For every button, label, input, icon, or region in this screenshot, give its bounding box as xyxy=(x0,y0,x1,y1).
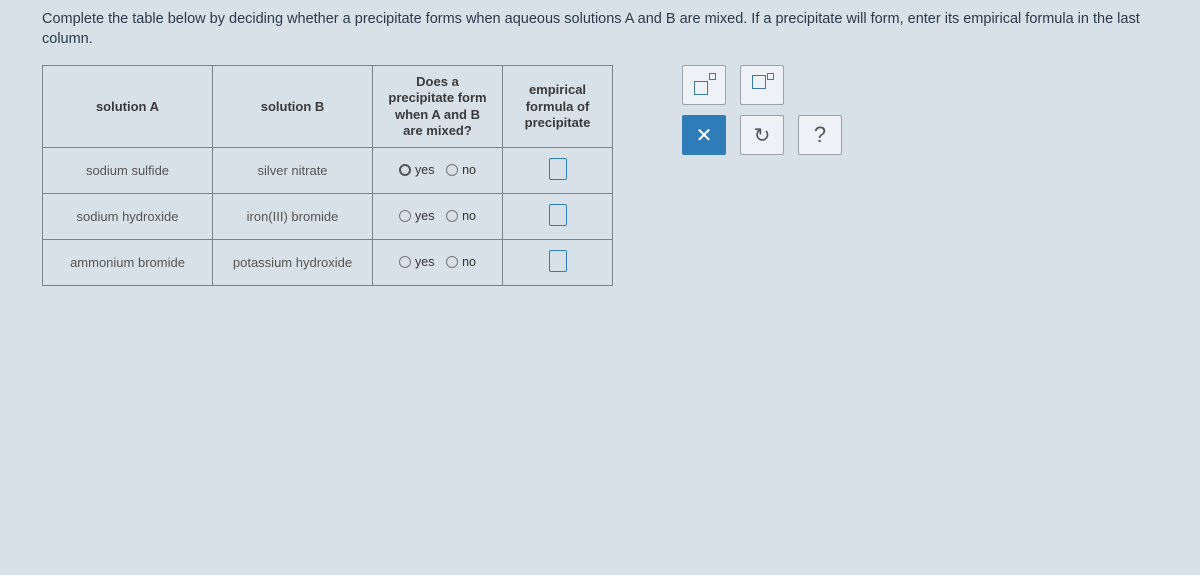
radio-yes-option[interactable]: yes xyxy=(399,209,434,223)
subscript-button[interactable] xyxy=(740,65,784,105)
header-solution-b: solution B xyxy=(213,66,373,148)
cell-solution-a: sodium hydroxide xyxy=(43,194,213,240)
radio-circle-icon xyxy=(446,210,458,222)
radio-circle-icon xyxy=(399,210,411,222)
clear-button[interactable]: ✕ xyxy=(682,115,726,155)
superscript-button[interactable] xyxy=(682,65,726,105)
header-precipitate: Does a precipitate form when A and B are… xyxy=(373,66,503,148)
radio-no-label: no xyxy=(462,209,476,223)
reset-icon: ↻ xyxy=(754,123,771,148)
help-button[interactable]: ? xyxy=(798,115,842,155)
cell-solution-a: sodium sulfide xyxy=(43,148,213,194)
radio-no-label: no xyxy=(462,163,476,177)
cell-solution-b: iron(III) bromide xyxy=(213,194,373,240)
work-area: solution A solution B Does a precipitate… xyxy=(42,65,1158,286)
radio-no-option[interactable]: no xyxy=(446,255,476,269)
radio-yes-label: yes xyxy=(415,255,434,269)
superscript-icon xyxy=(694,75,714,95)
formula-input[interactable] xyxy=(549,204,567,226)
toolbar: ✕ ↻ ? xyxy=(682,65,842,165)
header-solution-a: solution A xyxy=(43,66,213,148)
cell-solution-a: ammonium bromide xyxy=(43,240,213,286)
radio-yes-label: yes xyxy=(415,163,434,177)
subscript-icon xyxy=(752,75,772,95)
cell-formula xyxy=(503,194,613,240)
table-row: sodium sulfide silver nitrate yes no xyxy=(43,148,613,194)
header-formula: empirical formula of precipitate xyxy=(503,66,613,148)
radio-yes-option[interactable]: yes xyxy=(399,255,434,269)
radio-circle-icon xyxy=(446,256,458,268)
radio-no-label: no xyxy=(462,255,476,269)
help-icon: ? xyxy=(814,122,826,148)
cell-radio: yes no xyxy=(373,148,503,194)
close-icon: ✕ xyxy=(696,123,713,148)
radio-yes-option[interactable]: yes xyxy=(399,163,434,177)
cell-formula xyxy=(503,240,613,286)
formula-input[interactable] xyxy=(549,158,567,180)
table-row: ammonium bromide potassium hydroxide yes… xyxy=(43,240,613,286)
reset-button[interactable]: ↻ xyxy=(740,115,784,155)
radio-circle-icon xyxy=(446,164,458,176)
radio-no-option[interactable]: no xyxy=(446,163,476,177)
cell-radio: yes no xyxy=(373,194,503,240)
precipitate-table: solution A solution B Does a precipitate… xyxy=(42,65,613,286)
cell-solution-b: silver nitrate xyxy=(213,148,373,194)
cell-solution-b: potassium hydroxide xyxy=(213,240,373,286)
radio-no-option[interactable]: no xyxy=(446,209,476,223)
cell-radio: yes no xyxy=(373,240,503,286)
cell-formula xyxy=(503,148,613,194)
radio-circle-icon xyxy=(399,256,411,268)
instructions-text: Complete the table below by deciding whe… xyxy=(0,0,1200,55)
radio-yes-label: yes xyxy=(415,209,434,223)
table-row: sodium hydroxide iron(III) bromide yes n… xyxy=(43,194,613,240)
radio-circle-icon xyxy=(399,164,411,176)
formula-input[interactable] xyxy=(549,250,567,272)
